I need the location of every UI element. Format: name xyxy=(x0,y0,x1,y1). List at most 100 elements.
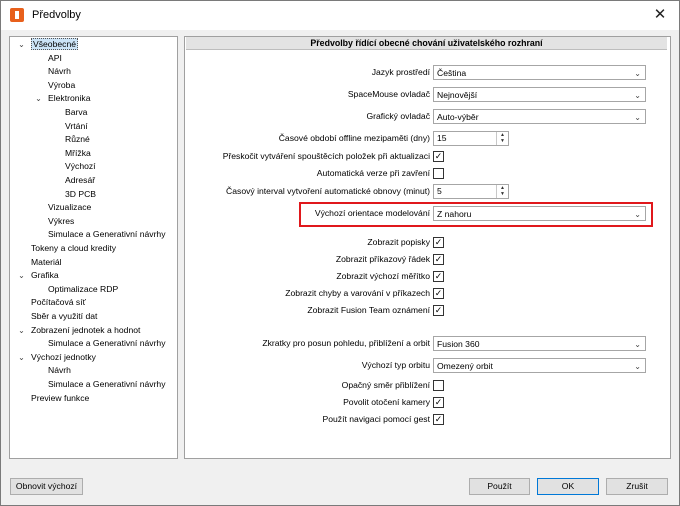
tree-item[interactable]: Tokeny a cloud kredity xyxy=(31,242,116,255)
tree-item-label: Návrh xyxy=(48,365,71,376)
show-errors-checkbox[interactable]: ✓ xyxy=(433,288,444,299)
tree-item-label: Počítačová síť xyxy=(31,297,86,308)
show-command-line-checkbox[interactable]: ✓ xyxy=(433,254,444,265)
tree-item-label: Barva xyxy=(65,107,88,117)
tree-item-label: Preview funkce xyxy=(31,392,90,403)
tree-item[interactable]: Simulace a Generativní návrhy xyxy=(48,378,166,391)
tree-item[interactable]: Počítačová síť xyxy=(31,296,86,309)
panel-title: Předvolby řídící obecné chování uživatel… xyxy=(186,37,667,50)
tree-item[interactable]: Výkres xyxy=(48,215,74,228)
tree-item[interactable]: Preview funkce xyxy=(31,392,89,405)
gestures-checkbox[interactable]: ✓ xyxy=(433,414,444,425)
autosave-interval-value: 5 xyxy=(437,186,442,196)
tree-item[interactable]: Mřížka xyxy=(65,147,91,160)
chevron-down-icon: ⌄ xyxy=(634,91,641,100)
tree-item-label: Materiál xyxy=(31,256,62,267)
spacemouse-value: Nejnovější xyxy=(437,90,478,100)
offline-cache-stepper[interactable]: 15 ▲ ▼ xyxy=(433,131,509,146)
tree-item[interactable]: Vrtání xyxy=(65,120,88,133)
orbit-type-label: Výchozí typ orbitu xyxy=(361,360,430,370)
tree-item[interactable]: Všeobecné xyxy=(31,38,79,51)
chevron-down-icon: ⌄ xyxy=(634,113,641,122)
language-select[interactable]: Čeština ⌄ xyxy=(433,65,646,80)
ok-button[interactable]: OK xyxy=(537,478,599,495)
graphics-select[interactable]: Auto-výběr ⌄ xyxy=(433,109,646,124)
tree-expander-icon[interactable]: ⌄ xyxy=(17,326,26,335)
tree-item-label: Grafika xyxy=(31,270,59,281)
show-tooltips-checkbox[interactable]: ✓ xyxy=(433,237,444,248)
tree-item[interactable]: Simulace a Generativní návrhy xyxy=(48,228,166,241)
tree-item-label: API xyxy=(48,52,62,63)
close-icon[interactable]: ✕ xyxy=(647,4,673,26)
skip-startup-checkbox[interactable]: ✓ xyxy=(433,151,444,162)
tree-item-label: Zobrazení jednotek a hodnot xyxy=(31,324,141,335)
tree-item[interactable]: 3D PCB xyxy=(65,188,96,201)
tree-item[interactable]: Zobrazení jednotek a hodnot xyxy=(31,324,140,337)
tree-expander-icon[interactable]: ⌄ xyxy=(17,40,26,49)
reverse-zoom-checkbox[interactable] xyxy=(433,380,444,391)
show-tooltips-label: Zobrazit popisky xyxy=(367,237,430,247)
tree-item-label: Simulace a Generativní návrhy xyxy=(48,379,166,389)
tree-item[interactable]: Návrh xyxy=(48,364,71,377)
tree-item[interactable]: Barva xyxy=(65,106,87,119)
stepper-arrows-icon[interactable]: ▲ ▼ xyxy=(496,185,508,198)
show-team-checkbox[interactable]: ✓ xyxy=(433,305,444,316)
tree-expander-icon[interactable]: ⌄ xyxy=(34,94,43,103)
tree-item[interactable]: Vizualizace xyxy=(48,201,91,214)
tree-expander-icon[interactable]: ⌄ xyxy=(17,353,26,362)
tree-item-label: Sběr a využití dat xyxy=(31,311,98,321)
tree-item-label: Výchozí xyxy=(65,161,96,172)
tree-expander-icon[interactable]: ⌄ xyxy=(17,271,26,280)
autosave-interval-stepper[interactable]: 5 ▲ ▼ xyxy=(433,184,509,199)
window-title: Předvolby xyxy=(32,9,81,21)
tree-item-label: Návrh xyxy=(48,66,71,77)
tree-item-label: Simulace a Generativní návrhy xyxy=(48,229,166,240)
spacemouse-select[interactable]: Nejnovější ⌄ xyxy=(433,87,646,102)
autosave-interval-label: Časový interval vytvoření automatické ob… xyxy=(226,186,430,196)
tree-item-label: Adresář xyxy=(65,175,96,185)
orbit-type-value: Omezený orbit xyxy=(437,361,493,371)
navigation-shortcuts-value: Fusion 360 xyxy=(437,339,480,349)
chevron-down-icon: ⌄ xyxy=(634,69,641,78)
chevron-down-icon: ⌄ xyxy=(634,340,641,349)
title-bar: Předvolby ✕ xyxy=(1,1,679,30)
offline-cache-label: Časové období offline mezipaměti (dny) xyxy=(278,133,430,143)
tree-item[interactable]: Návrh xyxy=(48,65,71,78)
tree-item-label: Mřížka xyxy=(65,147,91,158)
show-scale-label: Zobrazit výchozí měřítko xyxy=(336,271,430,281)
tree-item-label: Optimalizace RDP xyxy=(48,283,119,294)
orbit-type-select[interactable]: Omezený orbit ⌄ xyxy=(433,358,646,373)
camera-pivot-label: Povolit otočení kamery xyxy=(343,397,430,407)
tree-item-label: Simulace a Generativní návrhy xyxy=(48,338,166,349)
reset-defaults-button[interactable]: Obnovit výchozí xyxy=(10,478,83,495)
tree-item-label: Různé xyxy=(65,134,90,145)
camera-pivot-checkbox[interactable]: ✓ xyxy=(433,397,444,408)
show-scale-checkbox[interactable]: ✓ xyxy=(433,271,444,282)
tree-item[interactable]: API xyxy=(48,52,62,65)
tree-item-label: 3D PCB xyxy=(65,188,97,199)
autosave-on-close-label: Automatická verze při zavření xyxy=(316,168,430,178)
language-value: Čeština xyxy=(437,68,467,78)
autosave-on-close-checkbox[interactable] xyxy=(433,168,444,179)
language-label: Jazyk prostředí xyxy=(371,67,430,77)
tree-item[interactable]: Výroba xyxy=(48,79,75,92)
tree-item[interactable]: Materiál xyxy=(31,256,62,269)
cancel-button[interactable]: Zrušit xyxy=(606,478,668,495)
tree-item-label: Výroba xyxy=(48,79,76,90)
apply-button[interactable]: Použít xyxy=(469,478,530,495)
gestures-label: Použít navigaci pomocí gest xyxy=(322,414,430,424)
tree-item[interactable]: Grafika xyxy=(31,269,59,282)
tree-item[interactable]: Výchozí jednotky xyxy=(31,351,96,364)
stepper-arrows-icon[interactable]: ▲ ▼ xyxy=(496,132,508,145)
tree-item[interactable]: Adresář xyxy=(65,174,95,187)
tree-item[interactable]: Optimalizace RDP xyxy=(48,283,118,296)
navigation-shortcuts-select[interactable]: Fusion 360 ⌄ xyxy=(433,336,646,351)
fusion-app-icon xyxy=(10,8,24,22)
tree-item[interactable]: Výchozí xyxy=(65,160,96,173)
tree-item[interactable]: Různé xyxy=(65,133,90,146)
tree-item[interactable]: Simulace a Generativní návrhy xyxy=(48,337,166,350)
tree-item-label: Všeobecné xyxy=(31,38,79,50)
chevron-down-icon: ⌄ xyxy=(634,362,641,371)
tree-item[interactable]: Elektronika xyxy=(48,92,91,105)
tree-item[interactable]: Sběr a využití dat xyxy=(31,310,97,323)
